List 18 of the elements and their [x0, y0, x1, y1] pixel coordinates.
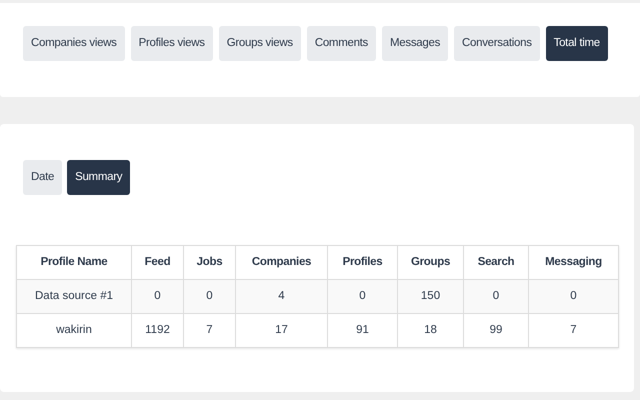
tab[interactable]: Groups views	[218, 26, 301, 61]
table-cell: 91	[328, 314, 398, 348]
table-cell: 1192	[132, 314, 184, 348]
column-header: Profile Name	[16, 246, 132, 280]
tab[interactable]: Companies views	[23, 26, 125, 61]
tab[interactable]: Conversations	[454, 26, 540, 61]
table-cell: 7	[528, 314, 618, 348]
tab[interactable]: Total time	[546, 26, 608, 61]
tab[interactable]: Messages	[382, 26, 448, 61]
table-cell: wakirin	[16, 314, 132, 348]
table-cell: 7	[184, 314, 236, 348]
tab[interactable]: Comments	[306, 26, 376, 61]
table-cell: 99	[464, 314, 528, 348]
tab[interactable]: Summary	[67, 160, 130, 195]
tab[interactable]: Date	[23, 160, 62, 195]
table-cell: 18	[398, 314, 464, 348]
table-cell: 17	[236, 314, 328, 348]
tab[interactable]: Profiles views	[130, 26, 213, 61]
